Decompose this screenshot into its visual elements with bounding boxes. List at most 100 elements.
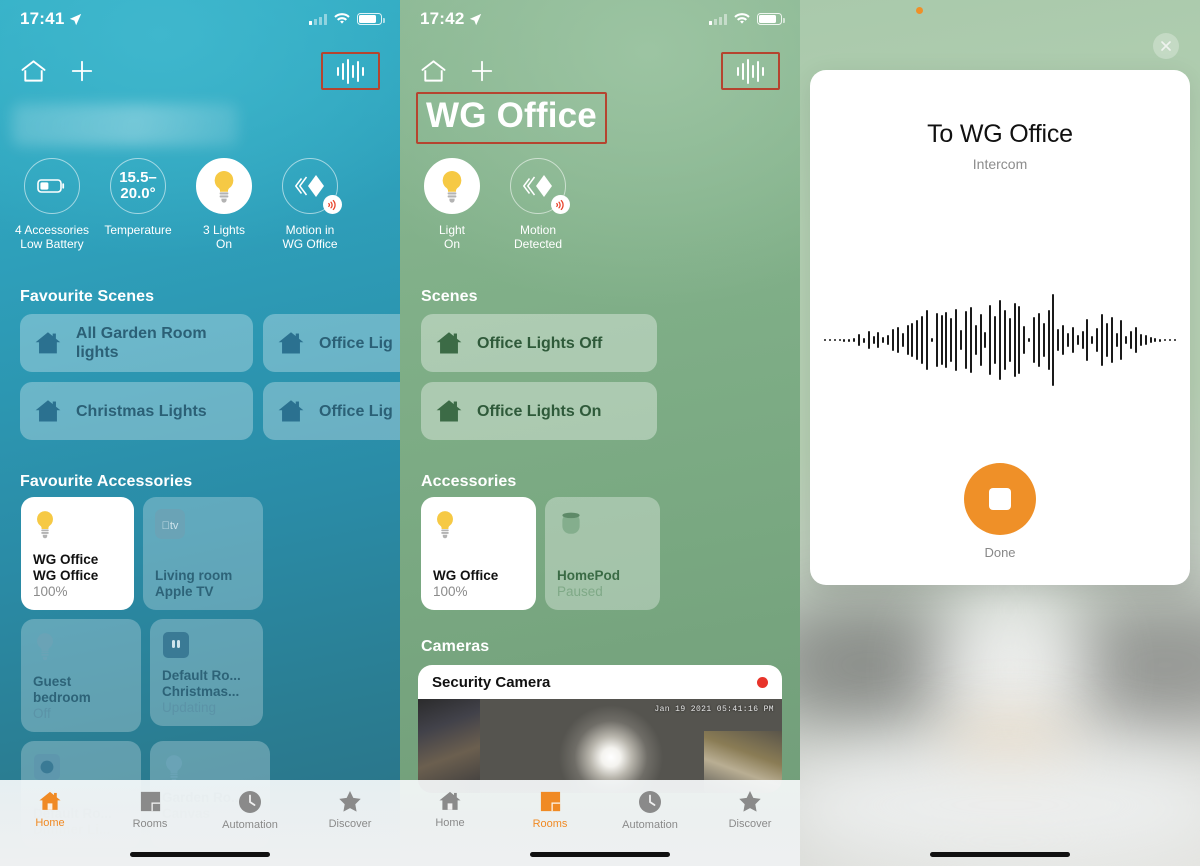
plus-icon[interactable]	[469, 58, 495, 84]
intercom-sheet: To WG Office Intercom Done	[810, 70, 1190, 585]
intercom-button-highlight[interactable]	[320, 52, 380, 90]
automation-clock-icon	[639, 791, 661, 813]
record-dot-icon	[757, 676, 768, 688]
room-accessory-grid: WG Office 100% HomePod Paused	[421, 497, 681, 610]
accessory-tile-text: WG Office 100%	[433, 568, 525, 600]
home-icon[interactable]	[420, 59, 447, 84]
lightbulb-icon	[442, 171, 462, 203]
status-circle-lights-on[interactable]: 3 Lights On	[181, 158, 267, 251]
tab-label: Rooms	[132, 818, 168, 830]
status-circle-label: Light On	[439, 223, 465, 251]
scene-card[interactable]: Christmas Lights	[20, 382, 253, 440]
battery-icon	[357, 13, 385, 25]
accessory-tile[interactable]: WG Office 100%	[421, 497, 536, 610]
label-line1: 4 Accessories	[14, 223, 90, 237]
camera-scene-left	[418, 699, 480, 793]
lightbulb-icon	[36, 511, 54, 539]
close-icon[interactable]	[1153, 33, 1179, 59]
wifi-icon	[734, 13, 750, 24]
accessory-name: WG Office	[33, 568, 99, 583]
accessory-tile[interactable]: Default Ro... Christmas... Updating	[150, 619, 263, 726]
tab-automation[interactable]: Automation	[200, 790, 300, 831]
panel-room-screen: 17:42 WG Office Light On Motion Detected…	[400, 0, 800, 866]
house-icon	[278, 332, 304, 354]
battery-icon	[757, 13, 785, 25]
tab-rooms[interactable]: Rooms	[100, 790, 200, 830]
tab-label: Home	[35, 817, 65, 829]
accessory-name: bedroom	[33, 690, 91, 705]
accessory-tile[interactable]: HomePod Paused	[545, 497, 660, 610]
star-icon	[339, 791, 361, 812]
star-icon	[739, 791, 761, 812]
accessory-tile-text: WG Office WG Office 100%	[33, 552, 123, 600]
accessory-name: HomePod	[557, 568, 621, 583]
lightbulb-icon	[36, 633, 54, 661]
status-circle-motion[interactable]: Motion in WG Office	[267, 158, 353, 251]
accessory-state: Off	[33, 706, 51, 721]
house-icon	[35, 400, 61, 422]
outlet-icon	[163, 632, 189, 658]
status-bar-indicators	[709, 13, 785, 25]
accessory-tile[interactable]: tv Living room Apple TV	[143, 497, 263, 610]
scene-card[interactable]: Office Lig	[263, 314, 400, 372]
tab-discover[interactable]: Discover	[300, 790, 400, 830]
status-bar-time: 17:41	[20, 9, 65, 28]
tab-label: Discover	[328, 818, 372, 830]
intercom-waveform-icon	[336, 58, 364, 84]
status-bar-time-group: 17:41	[20, 9, 82, 29]
homepod-icon	[562, 512, 580, 534]
accessory-tile[interactable]: Guest bedroom Off	[21, 619, 141, 732]
motion-alert-badge	[551, 195, 570, 214]
nav-row-home	[0, 46, 400, 96]
status-circle-low-battery[interactable]: 4 Accessories Low Battery	[9, 158, 95, 251]
camera-timestamp: Jan 19 2021 05:41:16 PM	[654, 705, 774, 714]
tab-home[interactable]: Home	[400, 790, 500, 829]
plus-icon[interactable]	[69, 58, 95, 84]
motion-alert-badge	[323, 195, 342, 214]
status-circle-label: 3 Lights On	[203, 223, 245, 251]
section-header-favourite-accessories: Favourite Accessories	[20, 473, 193, 490]
home-indicator-bar	[930, 852, 1070, 857]
tab-home[interactable]: Home	[0, 790, 100, 829]
stop-square-icon[interactable]	[964, 463, 1036, 535]
home-indicator-bar	[530, 852, 670, 857]
status-bar-time-group: 17:42	[420, 9, 482, 29]
label-line2: Detected	[513, 237, 563, 251]
tab-bar-home: Home Rooms Automation Discover	[0, 780, 400, 866]
status-circle-temperature[interactable]: 15.5– 20.0° Temperature	[95, 158, 181, 251]
motion-sensor-icon	[523, 175, 552, 197]
camera-card[interactable]: Security Camera Jan 19 2021 05:41:16 PM	[418, 665, 782, 793]
status-recording-dot-icon	[916, 7, 923, 14]
label-line1: Motion	[519, 223, 557, 237]
cellular-signal-icon	[709, 13, 727, 25]
accessory-tile-text: HomePod Paused	[557, 568, 649, 600]
location-arrow-icon	[70, 13, 82, 25]
accessory-tile[interactable]: WG Office WG Office 100%	[21, 497, 134, 610]
accessory-tile-text: Living room Apple TV	[155, 568, 252, 600]
scene-card[interactable]: Office Lights On	[421, 382, 657, 440]
scene-card[interactable]: Office Lig	[263, 382, 400, 440]
tab-discover[interactable]: Discover	[700, 790, 800, 830]
house-icon	[436, 332, 462, 354]
tab-automation[interactable]: Automation	[600, 790, 700, 831]
tab-rooms[interactable]: Rooms	[500, 790, 600, 830]
status-circle-light-on[interactable]: Light On	[409, 158, 495, 251]
status-bar-room: 17:42	[400, 0, 800, 38]
home-icon[interactable]	[20, 59, 47, 84]
scene-card[interactable]: Office Lights Off	[421, 314, 657, 372]
house-icon	[436, 400, 462, 422]
scene-name: Office Lights Off	[477, 334, 603, 352]
status-circle-label: 4 Accessories Low Battery	[15, 223, 89, 251]
scene-name: Christmas Lights	[76, 402, 207, 420]
intercom-button-highlight[interactable]	[720, 52, 780, 90]
scene-card[interactable]: All Garden Room lights	[20, 314, 253, 372]
status-circle-motion[interactable]: Motion Detected	[495, 158, 581, 251]
scene-name: Office Lig	[319, 334, 393, 352]
light-on-circle	[424, 158, 480, 214]
lightbulb-icon	[165, 755, 183, 783]
accessory-tile-text: Default Ro... Christmas... Updating	[162, 668, 252, 716]
status-bar-home: 17:41	[0, 0, 400, 38]
screenshot-stage: 17:41 4 Accessories Low Battery 15.5– 20…	[0, 0, 1200, 866]
cellular-signal-icon	[309, 13, 327, 25]
nav-row-room	[400, 46, 800, 96]
